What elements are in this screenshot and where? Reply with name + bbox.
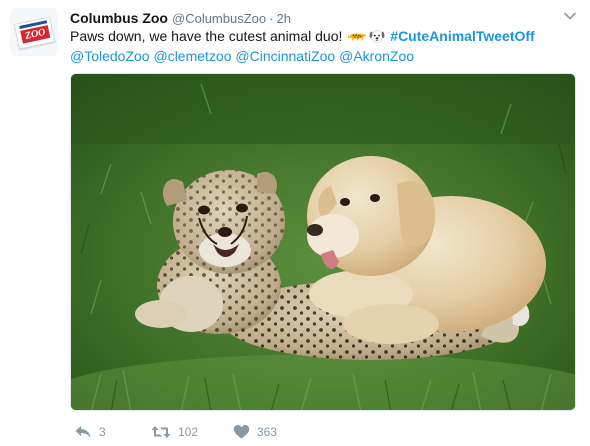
reply-action[interactable]: 3 bbox=[74, 423, 106, 441]
timestamp[interactable]: 2h bbox=[276, 11, 290, 26]
hashtag-link[interactable]: #CuteAnimalTweetOff bbox=[390, 28, 534, 44]
tweet-body: Paws down, we have the cutest animal duo… bbox=[70, 28, 347, 44]
zoo-logo: ZOO bbox=[13, 16, 56, 50]
separator: · bbox=[269, 11, 274, 26]
tweet-text-line-1: Paws down, we have the cutest animal duo… bbox=[70, 26, 580, 46]
retweet-action[interactable]: 102 bbox=[151, 423, 198, 441]
retweet-icon bbox=[151, 426, 171, 438]
chevron-down-icon[interactable] bbox=[563, 9, 577, 23]
reply-count: 3 bbox=[99, 425, 106, 439]
heart-icon bbox=[233, 425, 250, 439]
like-action[interactable]: 363 bbox=[233, 423, 277, 441]
like-count: 363 bbox=[257, 425, 278, 439]
avatar[interactable]: ZOO bbox=[10, 8, 58, 56]
author-handle[interactable]: @ColumbusZoo bbox=[172, 11, 266, 26]
tweet[interactable]: ZOO Columbus Zoo @ColumbusZoo · 2h Paws dow… bbox=[0, 0, 590, 446]
mention-link[interactable]: @CincinnatiZoo bbox=[235, 48, 335, 64]
leopard-emoji-icon bbox=[348, 33, 366, 41]
cheetah-and-puppy-photo bbox=[71, 74, 575, 410]
reply-icon bbox=[75, 426, 91, 438]
mention-link[interactable]: @AkronZoo bbox=[339, 48, 414, 64]
mention-link[interactable]: @ToledoZoo bbox=[70, 48, 150, 64]
mention-link[interactable]: @clemetzoo bbox=[153, 48, 231, 64]
retweet-count: 102 bbox=[178, 425, 199, 439]
tweet-text: Paws down, we have the cutest animal duo… bbox=[70, 26, 580, 66]
tweet-photo[interactable] bbox=[70, 73, 576, 411]
tweet-text-line-2: @ToledoZoo @clemetzoo @CincinnatiZoo @Ak… bbox=[70, 46, 580, 66]
dog-face-emoji-icon bbox=[369, 30, 385, 43]
author-name[interactable]: Columbus Zoo bbox=[70, 10, 168, 26]
tweet-header: Columbus Zoo @ColumbusZoo · 2h bbox=[70, 9, 291, 27]
